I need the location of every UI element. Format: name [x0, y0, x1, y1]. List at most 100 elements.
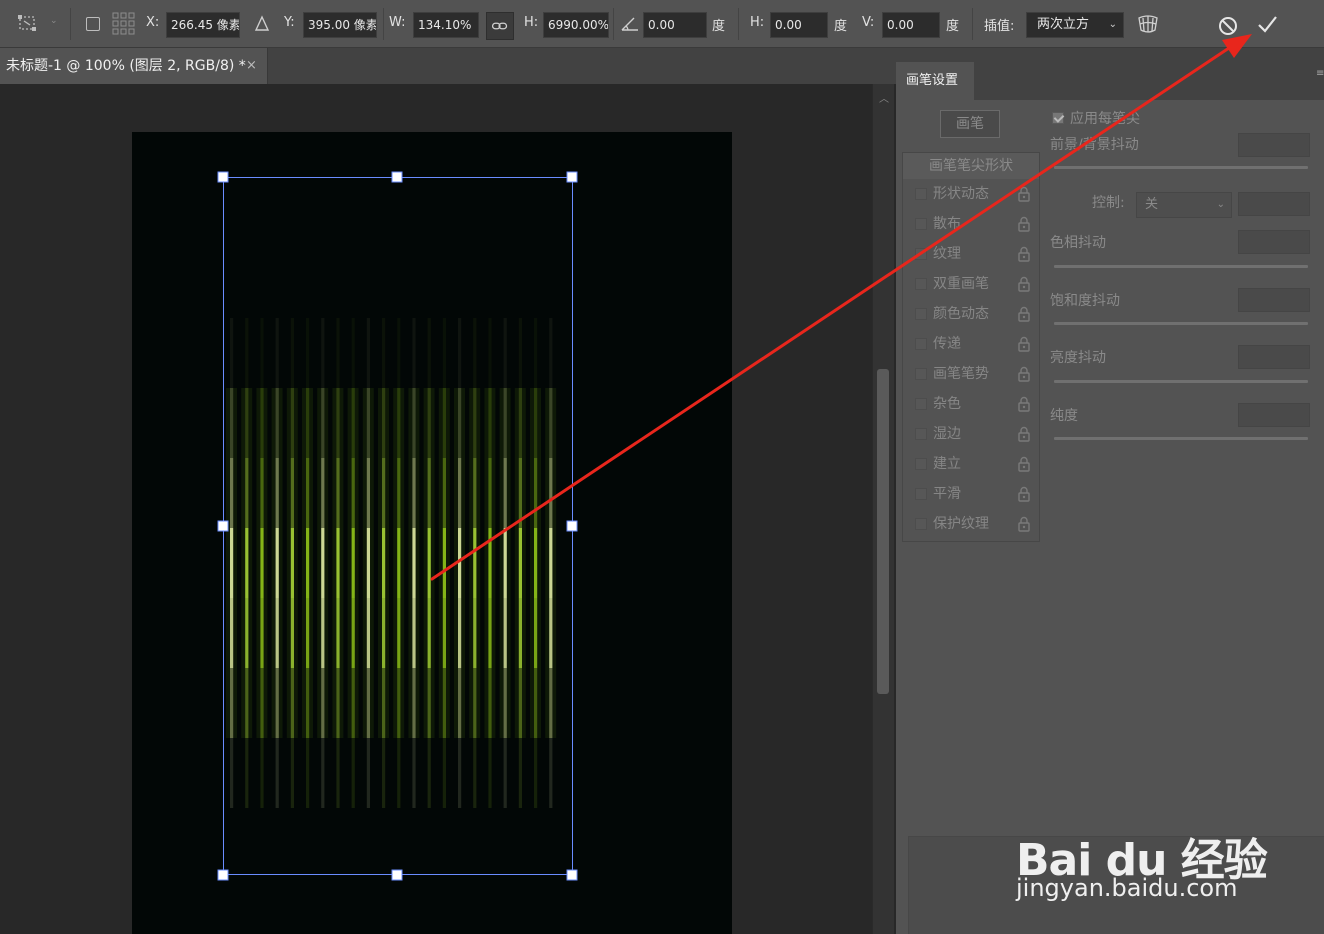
lock-icon[interactable] — [1017, 396, 1031, 412]
close-icon[interactable]: × — [246, 48, 257, 84]
scroll-up-arrow-icon[interactable]: ︿ — [879, 90, 889, 105]
brush-option-item[interactable]: 湿边 — [903, 419, 1039, 449]
fg-bg-jitter-slider[interactable] — [1054, 166, 1308, 169]
stripe-glow — [317, 388, 329, 738]
reference-point-checkbox[interactable] — [86, 17, 100, 31]
interpolation-select[interactable]: 两次立方 ⌄ — [1026, 12, 1124, 38]
lock-icon[interactable] — [1017, 486, 1031, 502]
brush-tip-shape-item[interactable]: 画笔笔尖形状 — [903, 153, 1039, 179]
brush-option-checkbox[interactable] — [915, 188, 927, 200]
brush-option-checkbox[interactable] — [915, 248, 927, 260]
brush-option-item[interactable]: 杂色 — [903, 389, 1039, 419]
control-amount-input[interactable] — [1238, 192, 1310, 216]
lock-icon[interactable] — [1017, 426, 1031, 442]
purity-input[interactable] — [1238, 403, 1310, 427]
control-label: 控制: — [1092, 195, 1125, 211]
cancel-icon[interactable] — [1214, 12, 1242, 40]
w-label: W: — [389, 15, 406, 30]
stripe-segment — [549, 318, 553, 388]
reference-point-icon[interactable] — [110, 10, 138, 38]
brush-option-item[interactable]: 颜色动态 — [903, 299, 1039, 329]
skew-v-input[interactable]: 0.00 — [882, 12, 940, 38]
brightness-jitter-slider[interactable] — [1054, 380, 1308, 383]
brush-option-item[interactable]: 平滑 — [903, 479, 1039, 509]
brush-option-checkbox[interactable] — [915, 518, 927, 530]
h-input[interactable]: 6990.00% — [543, 12, 609, 38]
brush-option-checkbox[interactable] — [915, 458, 927, 470]
lock-icon[interactable] — [1017, 186, 1031, 202]
brushes-button[interactable]: 画笔 — [940, 110, 1000, 138]
stripe-glow — [454, 388, 465, 738]
hue-jitter-input[interactable] — [1238, 230, 1310, 254]
lock-icon[interactable] — [1017, 216, 1031, 232]
purity-slider[interactable] — [1054, 437, 1308, 440]
brush-option-item[interactable]: 画笔笔势 — [903, 359, 1039, 389]
angle-unit: 度 — [712, 19, 726, 34]
scrollbar-thumb[interactable] — [877, 369, 889, 694]
y-input[interactable]: 395.00 像素 — [303, 12, 377, 38]
stripe-segment — [427, 738, 431, 808]
transform-icon[interactable] — [14, 10, 42, 38]
hue-jitter-slider[interactable] — [1054, 265, 1308, 268]
vertical-scrollbar[interactable]: ︿ — [872, 84, 894, 934]
fg-bg-jitter-input[interactable] — [1238, 133, 1310, 157]
skew-h-input[interactable]: 0.00 — [770, 12, 828, 38]
commit-icon[interactable] — [1253, 10, 1281, 38]
control-select[interactable]: 关 ⌄ — [1136, 192, 1232, 218]
saturation-jitter-slider[interactable] — [1054, 322, 1308, 325]
green-stripes-layer[interactable] — [224, 248, 572, 808]
canvas-area[interactable] — [0, 84, 872, 934]
angle-icon[interactable] — [616, 10, 644, 38]
stripe-segment — [412, 318, 416, 388]
document-tab[interactable]: 未标题-1 @ 100% (图层 2, RGB/8) * × — [0, 48, 268, 84]
brush-option-item[interactable]: 保护纹理 — [903, 509, 1039, 539]
x-input[interactable]: 266.45 像素 — [166, 12, 240, 38]
brush-option-checkbox[interactable] — [915, 218, 927, 230]
options-bar: ⌄ X: 266.45 像素 Y: 395.00 像素 W: 134.10% H… — [0, 0, 1324, 48]
y-label: Y: — [284, 15, 295, 30]
lock-icon[interactable] — [1017, 306, 1031, 322]
chevron-down-icon[interactable]: ⌄ — [50, 16, 58, 26]
brush-option-checkbox[interactable] — [915, 488, 927, 500]
stripe-segment — [427, 318, 431, 388]
document-canvas[interactable] — [132, 132, 732, 934]
brush-option-checkbox[interactable] — [915, 338, 927, 350]
delta-icon[interactable] — [248, 10, 276, 38]
brush-option-item[interactable]: 纹理 — [903, 239, 1039, 269]
rotate-input[interactable]: 0.00 — [643, 12, 707, 38]
brush-option-checkbox[interactable] — [915, 428, 927, 440]
h-label: H: — [524, 15, 539, 30]
stripe-segment — [382, 738, 386, 808]
lock-icon[interactable] — [1017, 516, 1031, 532]
brush-option-item[interactable]: 传递 — [903, 329, 1039, 359]
brush-option-checkbox[interactable] — [915, 398, 927, 410]
brush-option-item[interactable]: 建立 — [903, 449, 1039, 479]
lock-icon[interactable] — [1017, 456, 1031, 472]
brush-option-checkbox[interactable] — [915, 308, 927, 320]
saturation-jitter-input[interactable] — [1238, 288, 1310, 312]
skew-h-label: H: — [750, 15, 765, 30]
brightness-jitter-input[interactable] — [1238, 345, 1310, 369]
hue-jitter-label: 色相抖动 — [1050, 235, 1106, 251]
brush-option-checkbox[interactable] — [915, 368, 927, 380]
lock-icon[interactable] — [1017, 366, 1031, 382]
lock-icon[interactable] — [1017, 246, 1031, 262]
brush-option-item[interactable]: 形状动态 — [903, 179, 1039, 209]
brush-option-item[interactable]: 双重画笔 — [903, 269, 1039, 299]
lock-icon[interactable] — [1017, 276, 1031, 292]
brush-option-label: 保护纹理 — [933, 516, 989, 532]
link-icon — [491, 22, 508, 30]
brush-options-list: 画笔笔尖形状 形状动态 散布 纹理 双重画笔 颜色动态 传递 画笔笔势 杂色 湿边 建立 平滑保护纹… — [902, 152, 1040, 542]
warp-icon[interactable] — [1134, 10, 1162, 38]
tab-brush-settings[interactable]: 画笔设置 — [896, 62, 974, 100]
apply-per-tip-checkbox[interactable] — [1052, 112, 1064, 124]
stripe-segment — [245, 318, 249, 388]
panel-menu-icon[interactable]: ≡ — [1316, 68, 1324, 79]
w-input[interactable]: 134.10% — [413, 12, 479, 38]
link-toggle[interactable] — [486, 12, 514, 40]
brush-option-checkbox[interactable] — [915, 278, 927, 290]
stripe-segment — [260, 738, 264, 808]
brush-option-item[interactable]: 散布 — [903, 209, 1039, 239]
lock-icon[interactable] — [1017, 336, 1031, 352]
stripe-glow — [408, 388, 420, 738]
